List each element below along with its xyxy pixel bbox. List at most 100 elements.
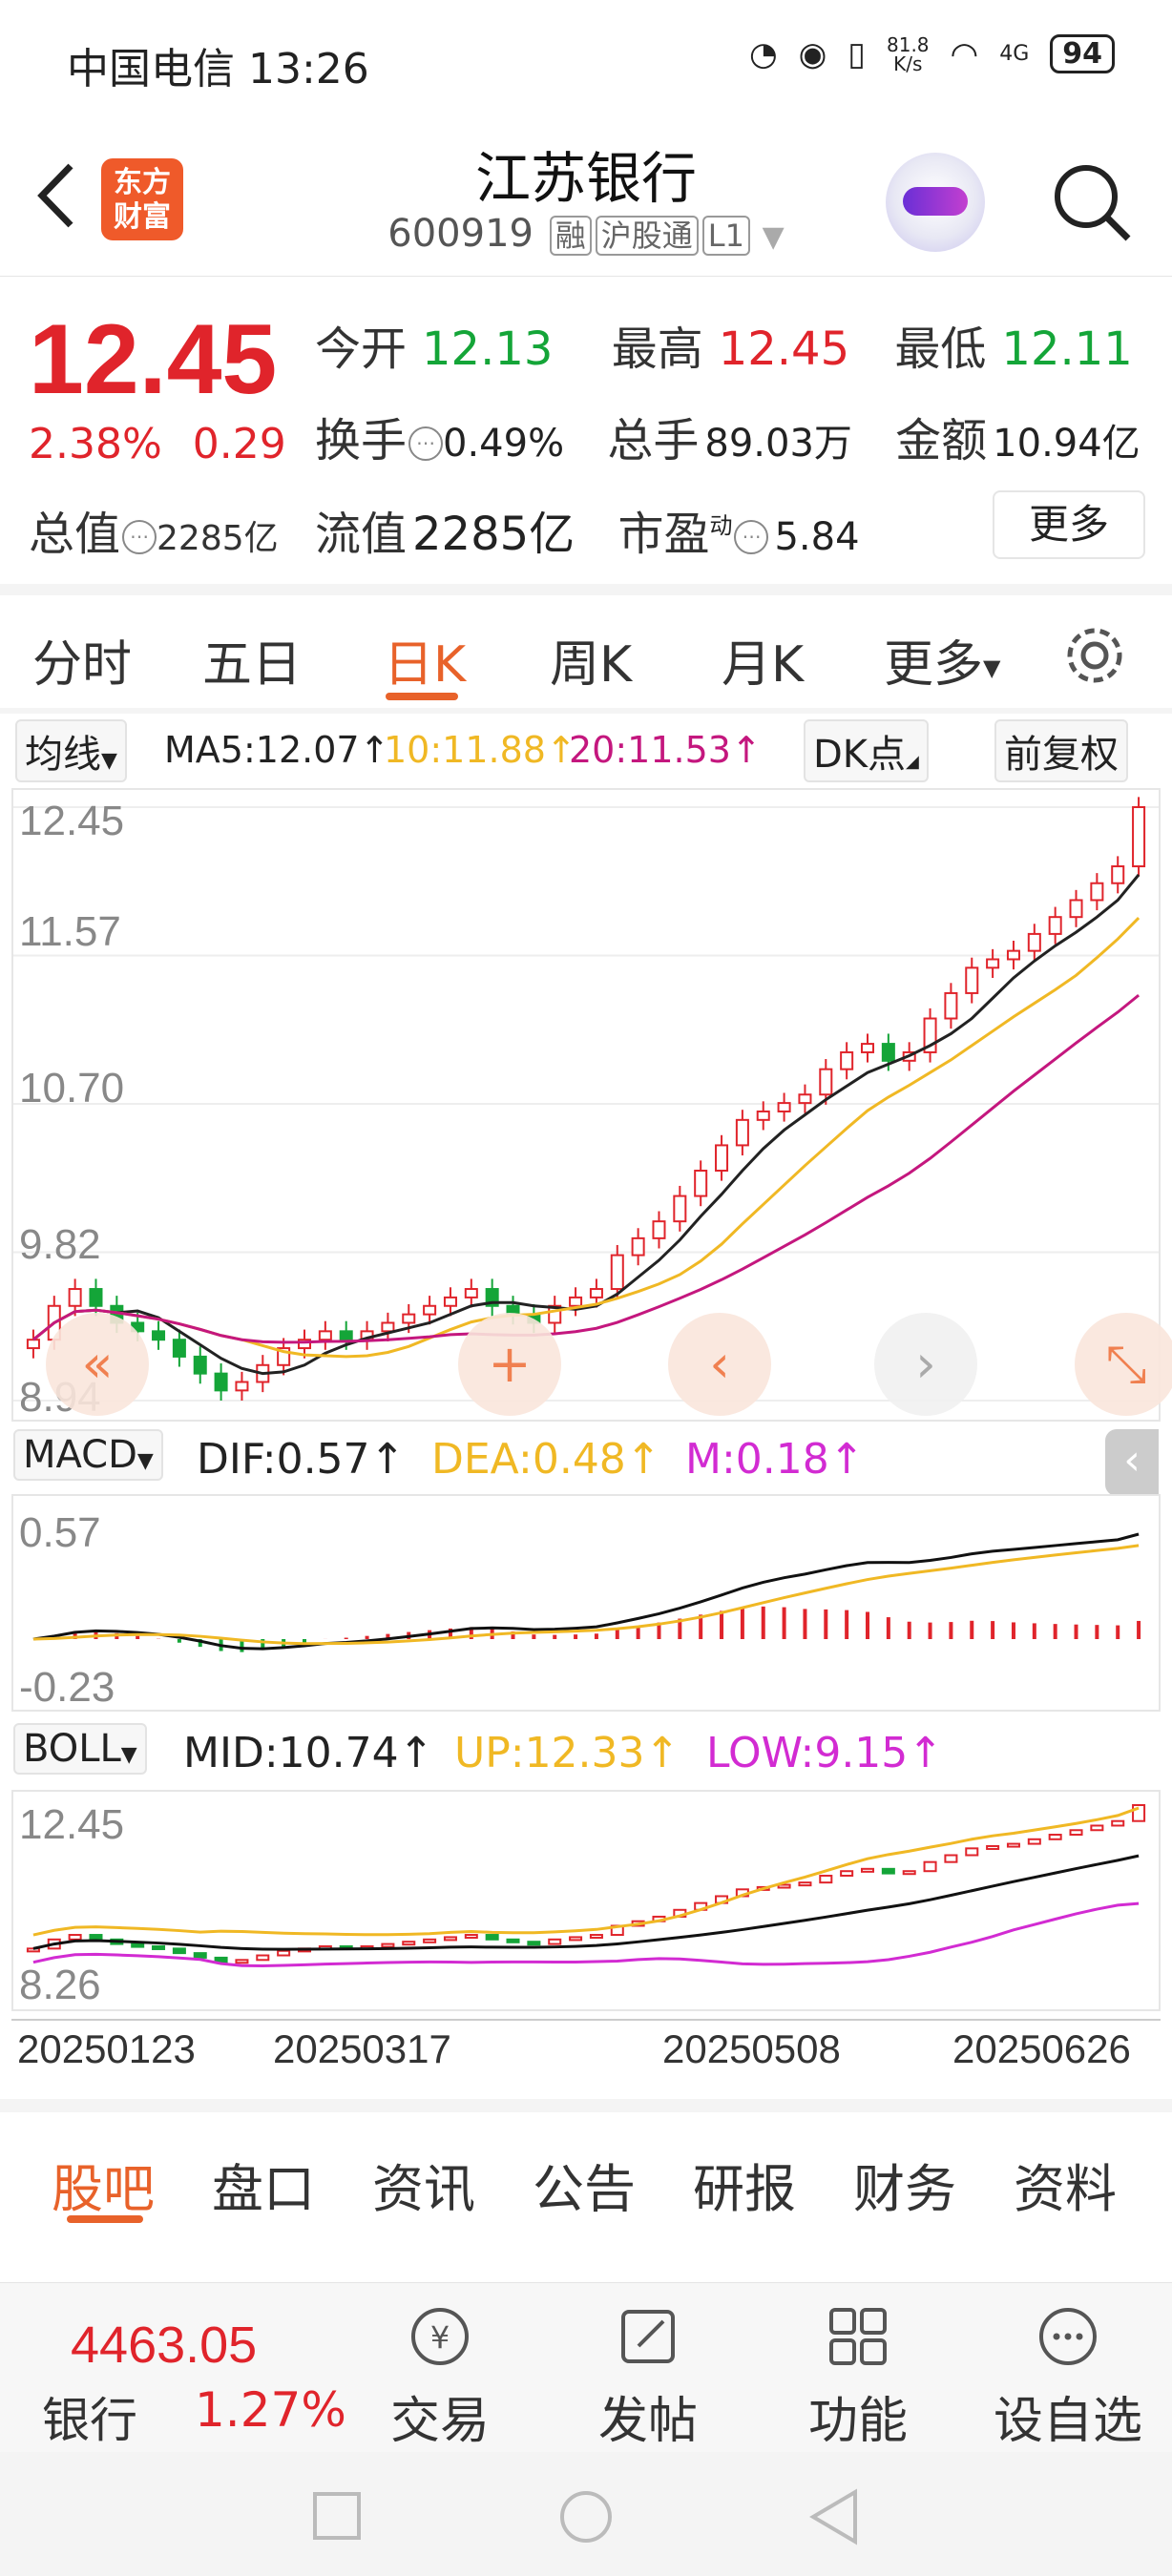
boll-candle — [172, 1947, 186, 1955]
current-price: 12.45 — [29, 304, 278, 415]
tab-profile[interactable]: 资料 — [1014, 2147, 1117, 2222]
stock-header: 东方财富 江苏银行 600919 融沪股通 L1 ▼ — [0, 124, 1172, 277]
candle-down — [193, 1355, 207, 1375]
settings-gear-icon[interactable] — [1061, 622, 1128, 689]
candle-up — [1006, 949, 1020, 961]
candle-down — [339, 1330, 353, 1341]
boll-up: UP:12.33↑ — [454, 1729, 680, 1777]
search-icon[interactable] — [1048, 158, 1134, 244]
candle-up — [986, 958, 1000, 969]
assistant-robot-icon[interactable] — [886, 153, 985, 252]
scroll-right-icon[interactable]: › — [874, 1313, 977, 1416]
status-bar: 中国电信 13:26 ◔ ◉ ▯ 81.8 K/s ◠ 4G 94 — [0, 0, 1172, 114]
candle-up — [464, 1288, 478, 1298]
candle-up — [402, 1313, 416, 1324]
grid-icon — [829, 2308, 887, 2365]
tab-order-book[interactable]: 盘口 — [212, 2147, 315, 2222]
kline-svg — [13, 797, 1159, 1402]
total-value: 总值 ⋯ 2285亿 — [29, 508, 279, 561]
candle-up — [423, 1304, 437, 1316]
notification-icon: ◔ — [748, 34, 778, 73]
tab-research[interactable]: 研报 — [693, 2147, 796, 2222]
home-icon[interactable] — [557, 2488, 615, 2545]
scroll-left-fast-icon[interactable]: « — [46, 1313, 149, 1416]
battery-level: 94 — [1050, 34, 1115, 73]
tab-more[interactable]: 更多▼ — [884, 624, 1000, 696]
macd-svg — [32, 1532, 1141, 1652]
divider — [0, 584, 1172, 595]
price-adjust-button[interactable]: 前复权 — [994, 719, 1128, 782]
candle-up — [318, 1330, 332, 1341]
candle-up — [840, 1050, 854, 1070]
boll-candle — [506, 1938, 520, 1943]
function-button[interactable]: 功能 — [777, 2302, 939, 2452]
date-label: 20250626 — [952, 2026, 1131, 2071]
boll-candle — [1048, 1834, 1062, 1840]
boll-candle — [569, 1936, 583, 1942]
candle-up — [26, 1339, 40, 1350]
stock-subinfo[interactable]: 600919 融沪股通 L1 ▼ — [0, 212, 1172, 256]
boll-candle — [840, 1870, 854, 1877]
tab-weekly-k[interactable]: 周K — [550, 624, 632, 696]
sector-change[interactable]: 1.27% — [195, 2382, 346, 2438]
divider — [0, 708, 1172, 714]
macd-m: M:0.18↑ — [685, 1435, 865, 1484]
candle-up — [819, 1068, 833, 1096]
indicator-selector-macd[interactable]: MACD▼ — [13, 1429, 163, 1481]
boll-candle — [1090, 1824, 1104, 1832]
indicator-selector-ma[interactable]: 均线▼ — [15, 719, 127, 782]
boll-chart[interactable]: 12.45 8.26 — [11, 1790, 1161, 2011]
tab-announcements[interactable]: 公告 — [533, 2147, 636, 2222]
tab-daily-k[interactable]: 日K — [384, 624, 466, 696]
back-nav-icon[interactable] — [807, 2488, 861, 2545]
macd-chart[interactable]: 0.57 -0.23 — [11, 1494, 1161, 1712]
add-watchlist-button[interactable]: 设自选 — [987, 2302, 1149, 2452]
tab-intraday[interactable]: 分时 — [32, 624, 132, 696]
boll-low: LOW:9.15↑ — [706, 1729, 944, 1777]
tab-forum[interactable]: 股吧 — [52, 2147, 155, 2222]
boll-mid-line — [32, 1854, 1140, 1951]
boll-candle — [464, 1934, 478, 1940]
post-button[interactable]: 发帖 — [567, 2302, 729, 2452]
dk-point-button[interactable]: DK点◢ — [804, 719, 929, 782]
recent-apps-icon[interactable] — [311, 2490, 363, 2542]
trade-button[interactable]: ¥ 交易 — [359, 2302, 521, 2452]
candle-down — [89, 1288, 103, 1307]
candle-up — [777, 1102, 791, 1112]
tab-monthly-k[interactable]: 月K — [722, 624, 804, 696]
kline-axis-label: 10.70 — [19, 1065, 125, 1111]
scroll-left-icon[interactable]: ‹ — [668, 1313, 771, 1416]
stock-name: 江苏银行 — [474, 146, 697, 211]
quote-row-1: 今开 12.13 最高 12.45 最低 12.11 — [315, 322, 1133, 376]
boll-legend: BOLL▼ MID:10.74↑ UP:12.33↑ LOW:9.15↑ — [0, 1723, 1172, 1784]
collapse-panel-icon[interactable]: ‹ — [1105, 1429, 1159, 1496]
divider — [0, 2099, 1172, 2112]
boll-candle — [902, 1870, 916, 1876]
boll-up-line — [32, 1806, 1140, 1937]
candle-up — [756, 1110, 770, 1121]
period-tabs: 分时 五日 日K 周K 月K 更多▼ — [0, 601, 1172, 706]
boll-candle — [881, 1867, 895, 1875]
candle-up — [235, 1381, 249, 1392]
candle-up — [443, 1296, 457, 1307]
tag-margin: 融 — [549, 216, 592, 256]
zoom-in-icon[interactable]: + — [458, 1313, 561, 1416]
boll-candle — [798, 1881, 812, 1887]
more-quote-button[interactable]: 更多 — [993, 490, 1145, 559]
sector-index-value[interactable]: 4463.05 — [71, 2316, 257, 2375]
boll-candle — [589, 1934, 603, 1940]
carrier-time: 中国电信 13:26 — [67, 45, 369, 93]
boll-candle — [402, 1941, 416, 1946]
indicator-selector-boll[interactable]: BOLL▼ — [13, 1723, 147, 1775]
bottom-toolbar: 4463.05 银行 1.27% ¥ 交易 发帖 功能 设自选 — [0, 2282, 1172, 2452]
boll-candle — [548, 1938, 562, 1945]
tab-five-day[interactable]: 五日 — [202, 624, 302, 696]
ma5-value: MA5:12.07↑ — [164, 729, 390, 771]
fullscreen-icon[interactable]: ⤡ — [1075, 1313, 1172, 1416]
tab-news[interactable]: 资讯 — [372, 2147, 475, 2222]
sector-name[interactable]: 银行 — [42, 2382, 137, 2451]
tab-finance[interactable]: 财务 — [853, 2147, 956, 2222]
edit-icon — [621, 2310, 675, 2363]
ma20-value: 20:11.53↑ — [569, 729, 762, 771]
kline-chart[interactable]: 12.45 11.57 10.70 9.82 8.94 « + ‹ › ⤡ — [11, 788, 1172, 1422]
